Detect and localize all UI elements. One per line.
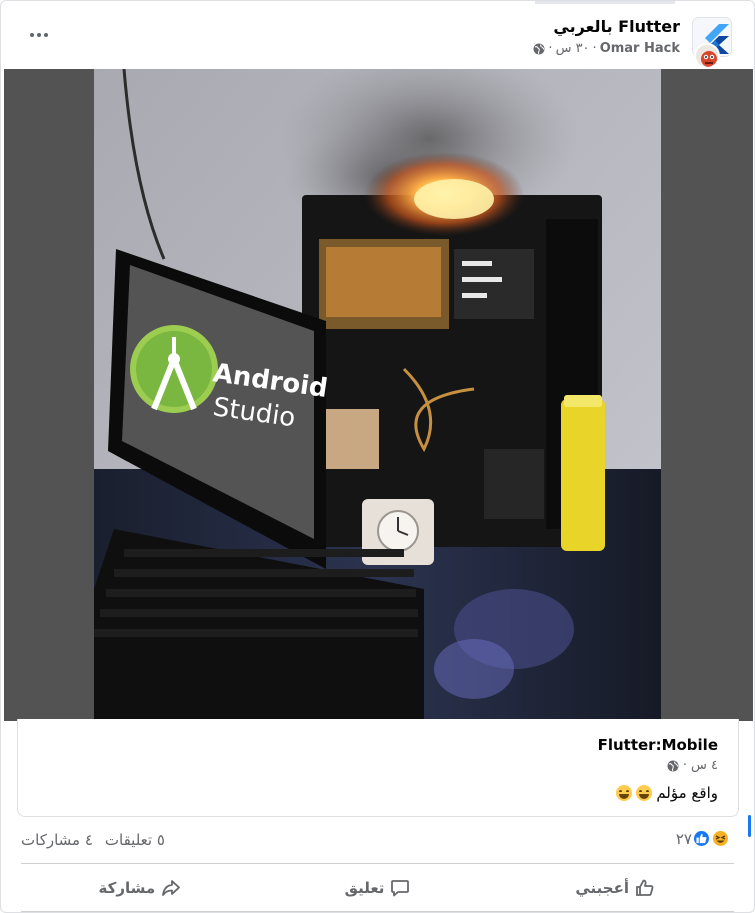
- post-time[interactable]: ٣٠ س: [556, 41, 590, 56]
- actions-divider: [21, 863, 734, 864]
- post-card: Flutter بالعربي Omar Hack · ٣٠ س · Andro…: [0, 0, 755, 913]
- post-meta: Omar Hack · ٣٠ س ·: [533, 41, 680, 56]
- like-reaction-icon: [692, 829, 711, 848]
- comment-icon: [391, 880, 410, 897]
- grinning-sweat-emoji-icon: [616, 785, 633, 801]
- top-accent-bar: [535, 1, 675, 4]
- haha-reaction-icon: [711, 829, 730, 848]
- share-arrow-icon: [162, 880, 181, 896]
- comment-button[interactable]: تعليق: [259, 867, 497, 909]
- grinning-sweat-emoji-icon: [636, 785, 653, 801]
- post-stats: ٢٧ ٥ تعليقات ٤ مشاركات: [21, 827, 730, 855]
- post-header: Flutter بالعربي Omar Hack · ٣٠ س ·: [1, 9, 754, 69]
- shared-text-content: واقع مؤلم: [656, 784, 718, 802]
- shared-post-box[interactable]: Flutter:Mobile ٤ س · واقع مؤلم: [17, 719, 739, 817]
- shared-post-time[interactable]: ٤ س: [691, 758, 718, 773]
- reaction-count: ٢٧: [675, 829, 692, 848]
- like-button[interactable]: أعجبني: [496, 867, 734, 909]
- share-label: مشاركة: [98, 879, 156, 897]
- group-name[interactable]: Flutter بالعربي: [553, 17, 680, 36]
- shared-post-meta: ٤ س ·: [667, 758, 718, 773]
- more-options-icon: [30, 33, 34, 37]
- thumbs-up-icon: [636, 879, 654, 896]
- burning-pc-illustration: Android Studio: [94, 69, 661, 721]
- shared-author-name[interactable]: Flutter:Mobile: [598, 736, 718, 754]
- globe-icon: [533, 43, 545, 54]
- post-photo[interactable]: Android Studio: [94, 69, 661, 721]
- like-label: أعجبني: [575, 879, 629, 897]
- reactions-summary[interactable]: ٢٧: [676, 829, 730, 848]
- more-options-button[interactable]: [19, 21, 59, 49]
- meta-separator: ·: [548, 41, 553, 56]
- author-name[interactable]: Omar Hack: [600, 41, 680, 56]
- engagement-counts: ٥ تعليقات ٤ مشاركات: [21, 831, 165, 849]
- post-photo-frame: Android Studio: [4, 69, 753, 721]
- comments-count[interactable]: ٥ تعليقات: [105, 831, 165, 849]
- meta-separator: ·: [592, 41, 597, 56]
- post-actions: أعجبني تعليق مشاركة: [21, 867, 734, 909]
- comment-label: تعليق: [344, 879, 385, 897]
- bottom-divider: [21, 911, 734, 912]
- share-button[interactable]: مشاركة: [21, 867, 259, 909]
- shared-post-text: واقع مؤلم: [616, 784, 718, 802]
- group-avatar[interactable]: [690, 17, 732, 69]
- scroll-indicator: [748, 815, 751, 837]
- shares-count[interactable]: ٤ مشاركات: [21, 831, 93, 849]
- author-avatar[interactable]: [694, 43, 720, 69]
- globe-icon: [667, 760, 679, 771]
